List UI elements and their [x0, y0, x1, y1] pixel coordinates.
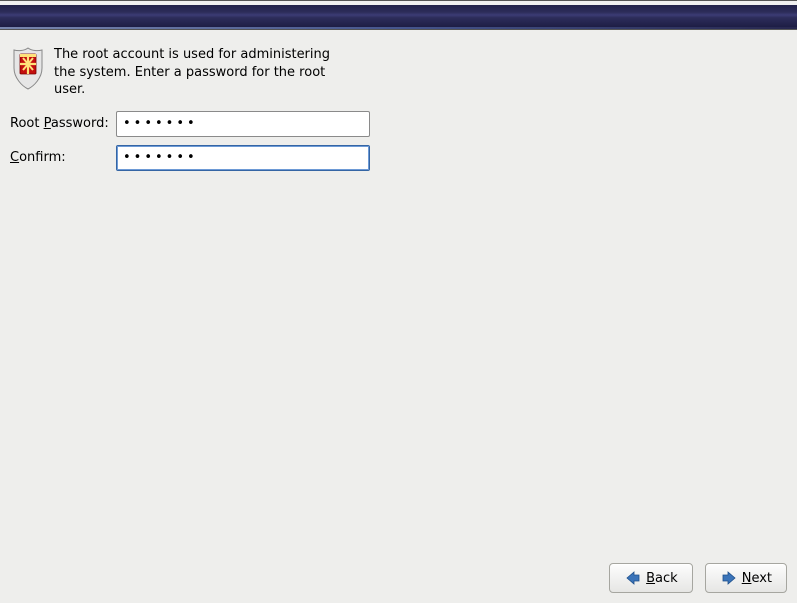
back-button[interactable]: Back — [609, 563, 693, 593]
footer-buttons: Back Next — [609, 563, 787, 593]
next-button-label: Next — [742, 571, 772, 586]
intro-row: The root account is used for administeri… — [10, 46, 787, 99]
arrow-right-icon — [720, 569, 738, 587]
content-area: The root account is used for administeri… — [10, 46, 787, 171]
next-button[interactable]: Next — [705, 563, 787, 593]
root-password-label: Root Password: — [10, 116, 116, 131]
arrow-left-icon — [624, 569, 642, 587]
form-grid: Root Password: Confirm: — [10, 111, 787, 171]
confirm-password-input[interactable] — [116, 145, 370, 171]
intro-text: The root account is used for administeri… — [54, 46, 344, 99]
confirm-password-label: Confirm: — [10, 150, 116, 165]
shield-root-icon — [10, 46, 46, 90]
header-band — [0, 0, 797, 30]
back-button-label: Back — [646, 571, 678, 586]
root-password-input[interactable] — [116, 111, 370, 137]
